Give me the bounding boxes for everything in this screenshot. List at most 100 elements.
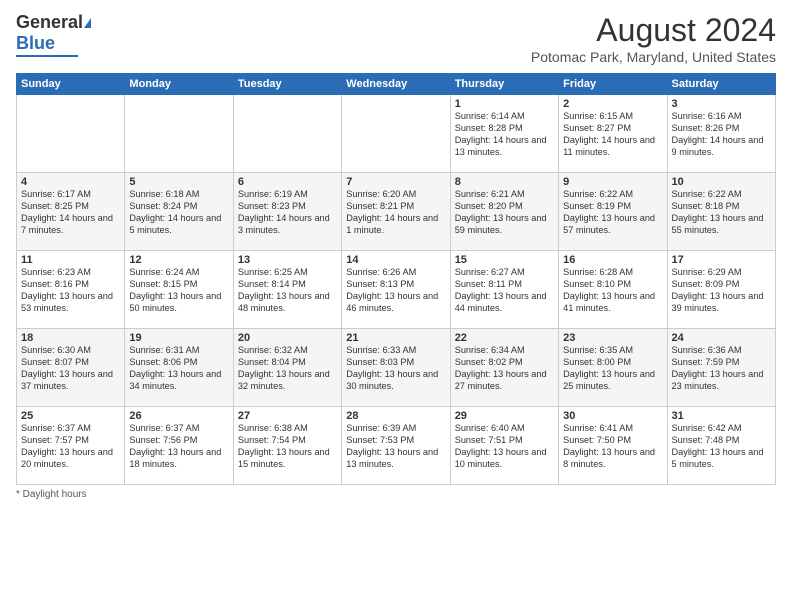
day-info: Sunrise: 6:40 AM [455,423,554,435]
weekday-header: Monday [125,74,233,95]
calendar-cell: 24Sunrise: 6:36 AMSunset: 7:59 PMDayligh… [667,329,775,407]
calendar-week-row: 18Sunrise: 6:30 AMSunset: 8:07 PMDayligh… [17,329,776,407]
day-info: Sunset: 8:20 PM [455,201,554,213]
weekday-header: Thursday [450,74,558,95]
day-info: Sunrise: 6:24 AM [129,267,228,279]
day-number: 30 [563,410,662,422]
day-info: Sunset: 8:04 PM [238,357,337,369]
calendar-cell [125,95,233,173]
day-info: Sunrise: 6:30 AM [21,345,120,357]
day-info: Sunrise: 6:42 AM [672,423,771,435]
calendar-cell: 26Sunrise: 6:37 AMSunset: 7:56 PMDayligh… [125,407,233,485]
calendar-cell: 17Sunrise: 6:29 AMSunset: 8:09 PMDayligh… [667,251,775,329]
day-number: 27 [238,410,337,422]
calendar-cell: 5Sunrise: 6:18 AMSunset: 8:24 PMDaylight… [125,173,233,251]
day-info: Daylight: 13 hours and 27 minutes. [455,369,554,393]
day-info: Daylight: 13 hours and 50 minutes. [129,291,228,315]
day-info: Sunrise: 6:14 AM [455,111,554,123]
day-info: Sunrise: 6:22 AM [672,189,771,201]
day-info: Sunset: 7:56 PM [129,435,228,447]
day-info: Sunset: 8:00 PM [563,357,662,369]
day-number: 19 [129,332,228,344]
day-number: 18 [21,332,120,344]
day-info: Sunset: 8:03 PM [346,357,445,369]
day-info: Daylight: 13 hours and 53 minutes. [21,291,120,315]
calendar-cell: 25Sunrise: 6:37 AMSunset: 7:57 PMDayligh… [17,407,125,485]
day-number: 21 [346,332,445,344]
calendar-cell: 8Sunrise: 6:21 AMSunset: 8:20 PMDaylight… [450,173,558,251]
day-info: Sunset: 8:14 PM [238,279,337,291]
calendar-cell: 27Sunrise: 6:38 AMSunset: 7:54 PMDayligh… [233,407,341,485]
day-number: 13 [238,254,337,266]
day-info: Daylight: 13 hours and 8 minutes. [563,447,662,471]
day-number: 23 [563,332,662,344]
footer-note: * Daylight hours [16,489,776,500]
day-info: Sunrise: 6:37 AM [129,423,228,435]
day-info: Sunset: 7:51 PM [455,435,554,447]
day-info: Sunrise: 6:19 AM [238,189,337,201]
day-info: Sunset: 8:26 PM [672,123,771,135]
day-info: Sunrise: 6:35 AM [563,345,662,357]
day-info: Daylight: 13 hours and 59 minutes. [455,213,554,237]
day-info: Sunset: 8:13 PM [346,279,445,291]
day-info: Sunrise: 6:39 AM [346,423,445,435]
day-info: Sunrise: 6:32 AM [238,345,337,357]
day-info: Daylight: 13 hours and 20 minutes. [21,447,120,471]
calendar-cell: 4Sunrise: 6:17 AMSunset: 8:25 PMDaylight… [17,173,125,251]
calendar-cell: 9Sunrise: 6:22 AMSunset: 8:19 PMDaylight… [559,173,667,251]
day-number: 15 [455,254,554,266]
day-number: 10 [672,176,771,188]
day-info: Sunrise: 6:17 AM [21,189,120,201]
day-info: Daylight: 14 hours and 11 minutes. [563,135,662,159]
day-info: Sunrise: 6:34 AM [455,345,554,357]
day-info: Sunrise: 6:23 AM [21,267,120,279]
day-number: 22 [455,332,554,344]
logo: General Blue [16,12,92,57]
day-number: 4 [21,176,120,188]
day-number: 24 [672,332,771,344]
day-info: Daylight: 13 hours and 5 minutes. [672,447,771,471]
day-info: Daylight: 14 hours and 7 minutes. [21,213,120,237]
day-info: Daylight: 13 hours and 44 minutes. [455,291,554,315]
day-number: 7 [346,176,445,188]
day-number: 17 [672,254,771,266]
calendar-cell: 28Sunrise: 6:39 AMSunset: 7:53 PMDayligh… [342,407,450,485]
day-info: Sunset: 7:57 PM [21,435,120,447]
calendar-cell: 6Sunrise: 6:19 AMSunset: 8:23 PMDaylight… [233,173,341,251]
calendar-cell: 23Sunrise: 6:35 AMSunset: 8:00 PMDayligh… [559,329,667,407]
day-info: Sunset: 8:25 PM [21,201,120,213]
day-info: Daylight: 13 hours and 15 minutes. [238,447,337,471]
day-info: Daylight: 13 hours and 23 minutes. [672,369,771,393]
weekday-header: Friday [559,74,667,95]
day-info: Sunrise: 6:37 AM [21,423,120,435]
day-number: 6 [238,176,337,188]
day-number: 8 [455,176,554,188]
day-info: Daylight: 13 hours and 25 minutes. [563,369,662,393]
calendar-cell: 2Sunrise: 6:15 AMSunset: 8:27 PMDaylight… [559,95,667,173]
day-info: Daylight: 14 hours and 3 minutes. [238,213,337,237]
day-number: 2 [563,98,662,110]
day-number: 16 [563,254,662,266]
calendar-week-row: 25Sunrise: 6:37 AMSunset: 7:57 PMDayligh… [17,407,776,485]
header: General Blue August 2024 Potomac Park, M… [16,12,776,65]
calendar-cell: 29Sunrise: 6:40 AMSunset: 7:51 PMDayligh… [450,407,558,485]
day-number: 28 [346,410,445,422]
header-row: SundayMondayTuesdayWednesdayThursdayFrid… [17,74,776,95]
title-block: August 2024 Potomac Park, Maryland, Unit… [531,12,776,65]
day-info: Daylight: 13 hours and 57 minutes. [563,213,662,237]
calendar-cell: 14Sunrise: 6:26 AMSunset: 8:13 PMDayligh… [342,251,450,329]
day-info: Daylight: 13 hours and 10 minutes. [455,447,554,471]
day-info: Sunrise: 6:36 AM [672,345,771,357]
day-info: Daylight: 13 hours and 55 minutes. [672,213,771,237]
day-info: Sunrise: 6:18 AM [129,189,228,201]
calendar-cell: 19Sunrise: 6:31 AMSunset: 8:06 PMDayligh… [125,329,233,407]
day-info: Sunset: 8:24 PM [129,201,228,213]
day-info: Sunrise: 6:41 AM [563,423,662,435]
day-info: Daylight: 14 hours and 5 minutes. [129,213,228,237]
day-info: Sunrise: 6:29 AM [672,267,771,279]
day-info: Daylight: 14 hours and 9 minutes. [672,135,771,159]
day-info: Daylight: 13 hours and 30 minutes. [346,369,445,393]
calendar-cell [233,95,341,173]
day-info: Sunset: 8:27 PM [563,123,662,135]
day-info: Sunset: 7:54 PM [238,435,337,447]
